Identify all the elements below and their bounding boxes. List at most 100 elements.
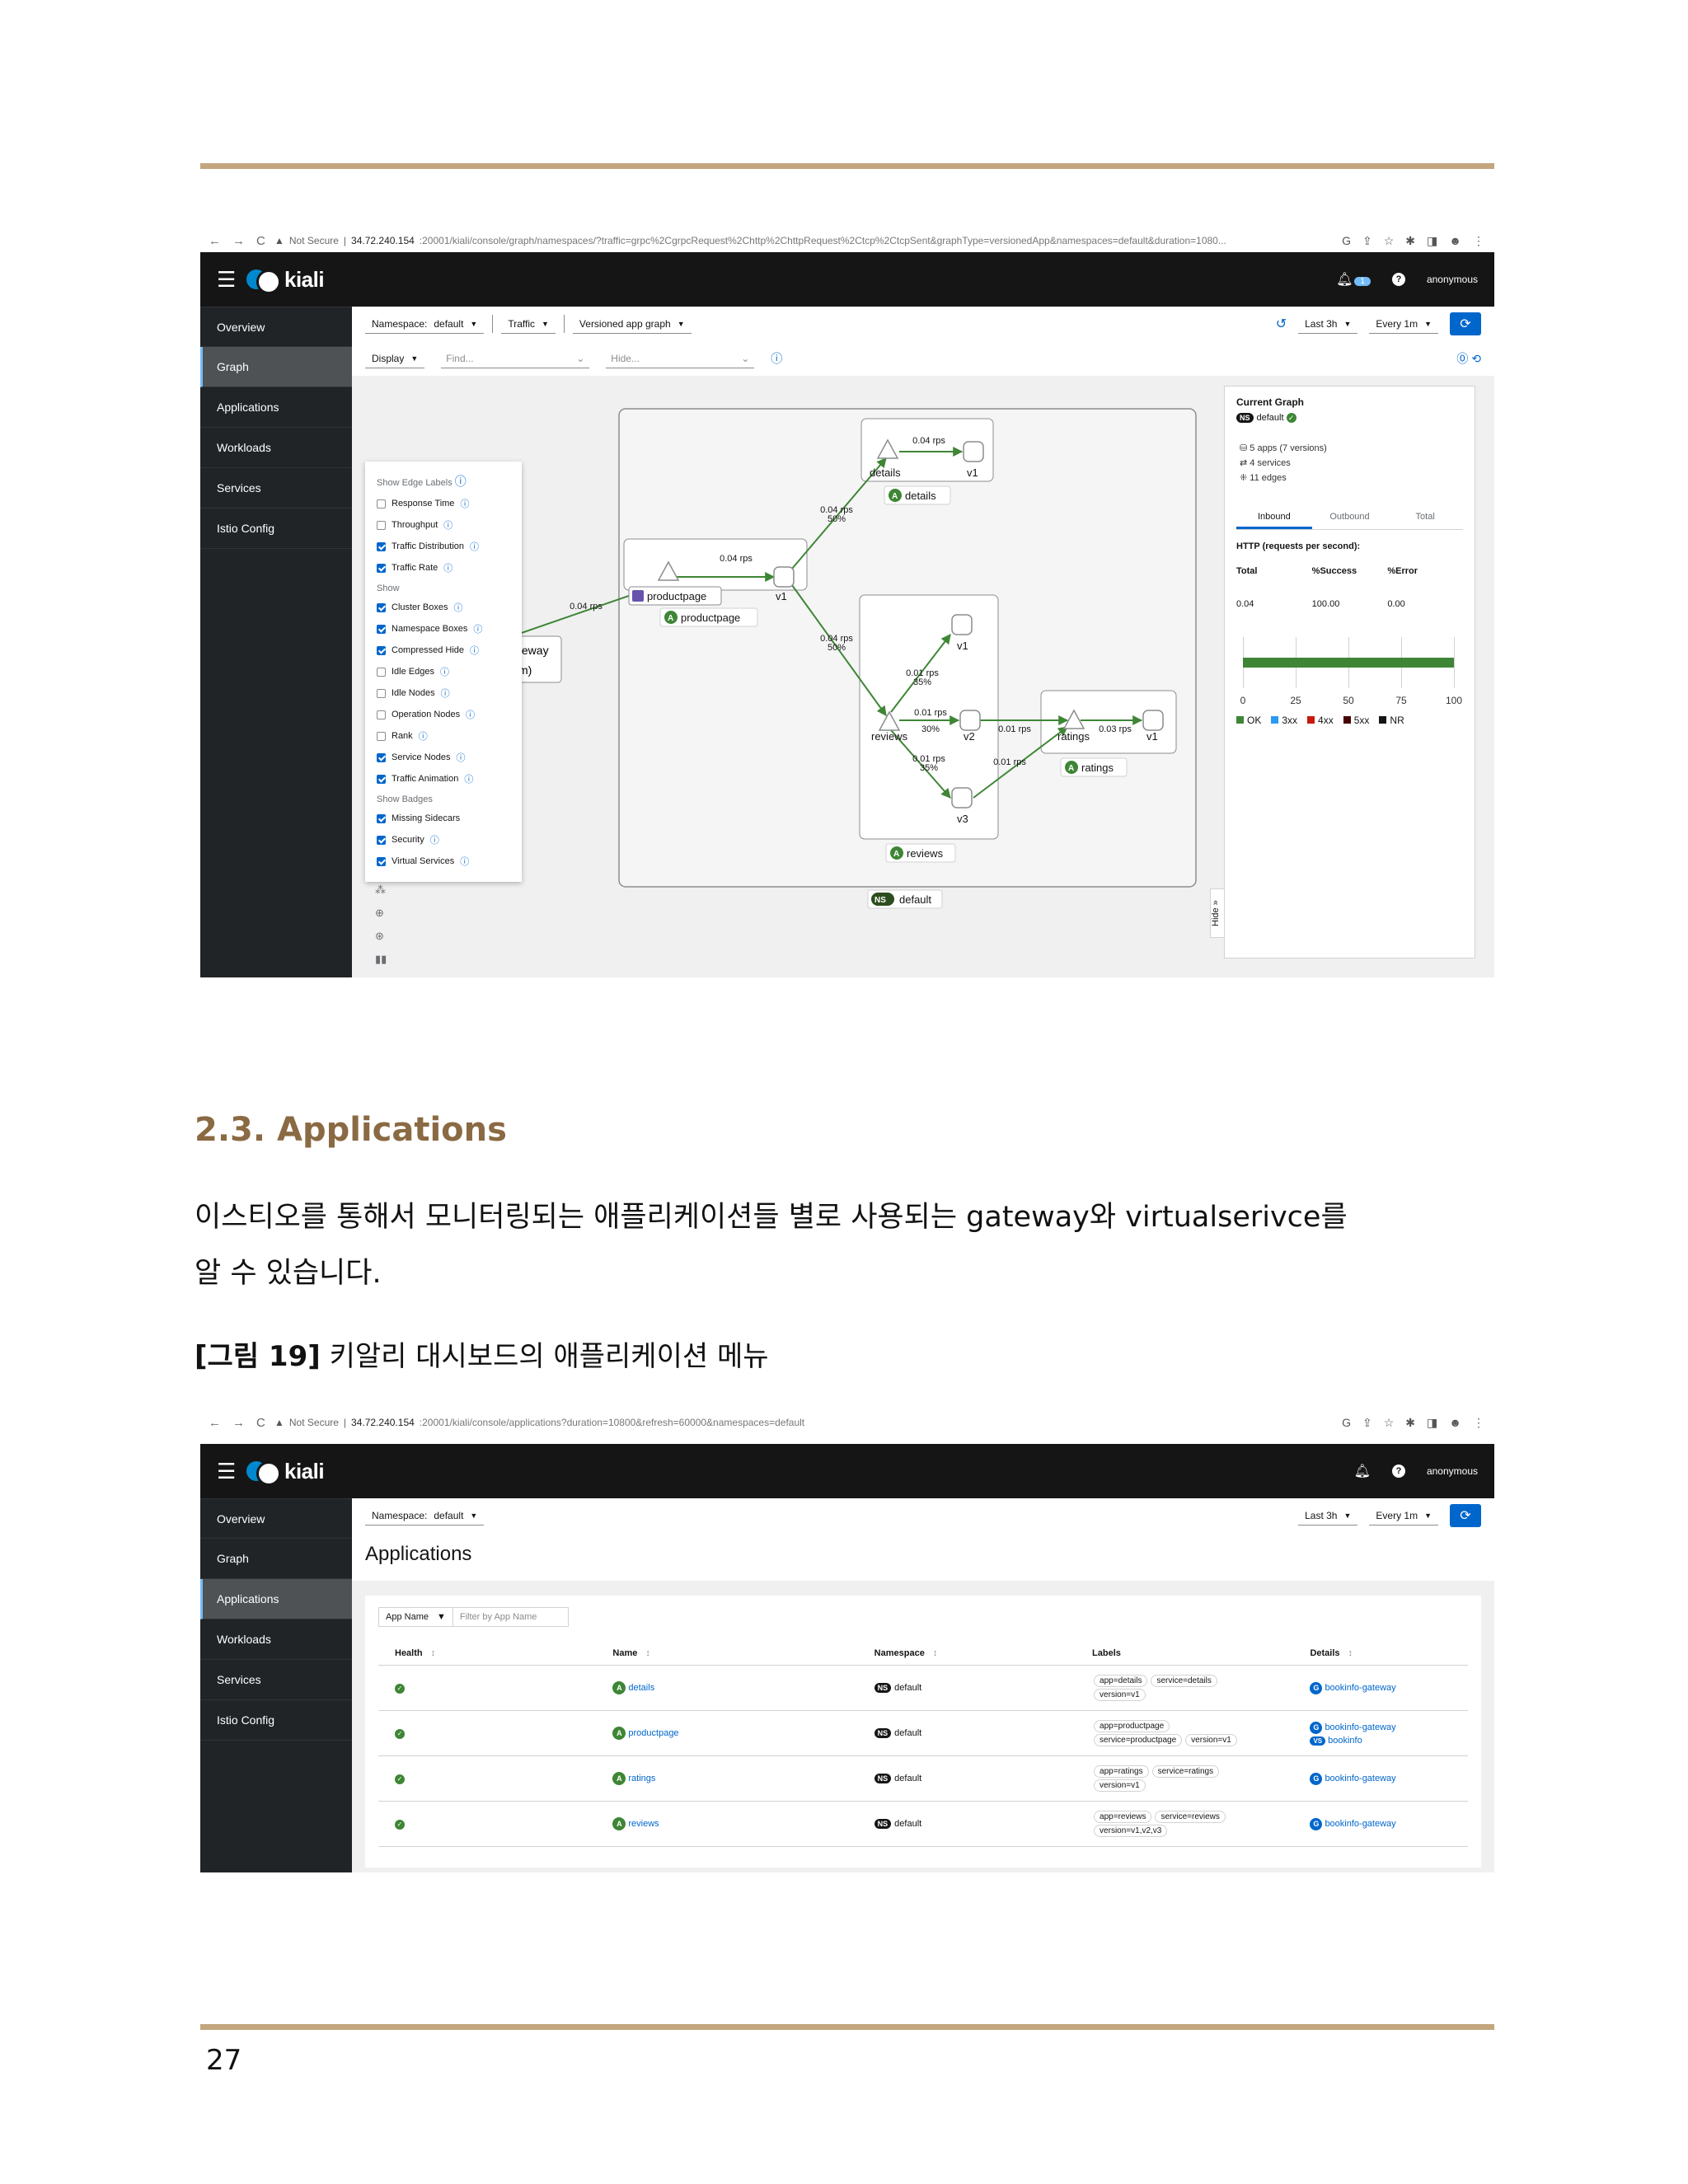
menu-dots-icon[interactable]: ⋮ bbox=[1473, 1416, 1484, 1430]
refresh-button[interactable]: ⟳ bbox=[1450, 312, 1481, 335]
zoom-icon[interactable]: ⊕ bbox=[375, 907, 390, 930]
reviews-v2-node bbox=[959, 710, 981, 731]
hide-input[interactable]: Hide... ⌄ bbox=[606, 349, 755, 368]
sidebar-item-istio-config[interactable]: Istio Config bbox=[200, 509, 352, 549]
option-cluster-boxes[interactable]: Cluster Boxes ⓘ bbox=[377, 597, 510, 618]
star-icon[interactable]: ☆ bbox=[1384, 234, 1395, 248]
reload-icon[interactable]: C bbox=[256, 234, 265, 248]
refresh-interval-dropdown[interactable]: Every 1m ▼ bbox=[1369, 315, 1438, 334]
tab-total[interactable]: Total bbox=[1387, 507, 1463, 529]
gateway-link[interactable]: Gbookinfo-gateway bbox=[1310, 1681, 1451, 1694]
google-icon[interactable]: G bbox=[1342, 1416, 1351, 1430]
sidebar-item-services[interactable]: Services bbox=[200, 468, 352, 509]
legend-icon[interactable]: ⓪ ⟲ bbox=[1456, 350, 1481, 367]
google-icon[interactable]: G bbox=[1342, 234, 1351, 248]
namespace-dropdown[interactable]: Namespace: default ▼ bbox=[365, 315, 485, 334]
refresh-button[interactable]: ⟳ bbox=[1450, 1504, 1481, 1527]
page-number: 27 bbox=[206, 2044, 242, 2077]
sidepanel-icon[interactable]: ◨ bbox=[1427, 234, 1437, 248]
profile-icon[interactable]: ☻ bbox=[1449, 1416, 1461, 1430]
fit-icon[interactable]: ⊛ bbox=[375, 930, 390, 953]
back-icon[interactable]: ← bbox=[209, 1416, 221, 1430]
gateway-link[interactable]: Gbookinfo-gateway bbox=[1310, 1772, 1451, 1785]
filter-type-select[interactable]: App Name ▼ bbox=[378, 1607, 453, 1627]
sidebar-item-services[interactable]: Services bbox=[200, 1660, 352, 1700]
gateway-link[interactable]: Gbookinfo-gateway bbox=[1310, 1721, 1451, 1734]
display-dropdown[interactable]: Display ▼ bbox=[365, 349, 425, 368]
help-icon[interactable]: ? bbox=[1391, 1465, 1405, 1478]
hamburger-icon[interactable]: ☰ bbox=[217, 267, 246, 293]
column-health[interactable]: Health ↕ bbox=[378, 1642, 597, 1666]
figure-caption: [그림 19] 키알리 대시보드의 애플리케이션 메뉴 bbox=[195, 1340, 769, 1373]
sidebar-item-istio-config[interactable]: Istio Config bbox=[200, 1700, 352, 1741]
option-traffic-animation[interactable]: Traffic Animation ⓘ bbox=[377, 768, 510, 790]
option-virtual-services[interactable]: Virtual Services ⓘ bbox=[377, 851, 510, 872]
sidebar-item-applications[interactable]: Applications bbox=[200, 387, 352, 428]
refresh-interval-dropdown[interactable]: Every 1m ▼ bbox=[1369, 1507, 1438, 1526]
column-namespace[interactable]: Namespace ↕ bbox=[857, 1642, 1076, 1666]
option-namespace-boxes[interactable]: Namespace Boxes ⓘ bbox=[377, 618, 510, 640]
sidebar-item-graph[interactable]: Graph bbox=[200, 347, 352, 387]
app-name-link[interactable]: Aratings bbox=[596, 1755, 858, 1802]
sidepanel-icon[interactable]: ◨ bbox=[1427, 1416, 1437, 1430]
namespace-dropdown[interactable]: Namespace: default ▼ bbox=[365, 1507, 485, 1526]
reload-icon[interactable]: C bbox=[256, 1416, 265, 1430]
replay-icon[interactable]: ↺ bbox=[1276, 316, 1287, 332]
url-field[interactable]: ▲ Not Secure | 34.72.240.154:20001/kiali… bbox=[274, 1417, 1342, 1428]
menu-dots-icon[interactable]: ⋮ bbox=[1473, 234, 1484, 248]
option-idle-nodes[interactable]: Idle Nodes ⓘ bbox=[377, 682, 510, 704]
sidebar-item-workloads[interactable]: Workloads bbox=[200, 428, 352, 468]
forward-icon[interactable]: → bbox=[232, 1416, 245, 1430]
option-operation-nodes[interactable]: Operation Nodes ⓘ bbox=[377, 704, 510, 725]
layout-icon[interactable]: ⁂ bbox=[375, 883, 390, 907]
bell-icon[interactable]: 🔔︎ bbox=[1354, 1463, 1371, 1479]
tab-outbound[interactable]: Outbound bbox=[1312, 507, 1388, 529]
gateway-link[interactable]: Gbookinfo-gateway bbox=[1310, 1817, 1451, 1830]
column-name[interactable]: Name ↕ bbox=[596, 1642, 858, 1666]
share-icon[interactable]: ⇪ bbox=[1362, 234, 1372, 248]
column-details[interactable]: Details ↕ bbox=[1293, 1642, 1468, 1666]
time-range-dropdown[interactable]: Last 3h ▼ bbox=[1298, 1507, 1358, 1526]
app-name-link[interactable]: Adetails bbox=[596, 1665, 858, 1711]
option-traffic-distribution[interactable]: Traffic Distribution ⓘ bbox=[377, 536, 510, 557]
sidebar-item-overview[interactable]: Overview bbox=[200, 307, 352, 347]
app-name-link[interactable]: Aproductpage bbox=[596, 1710, 858, 1756]
option-response-time[interactable]: Response Time ⓘ bbox=[377, 493, 510, 514]
back-icon[interactable]: ← bbox=[209, 234, 221, 248]
traffic-dropdown[interactable]: Traffic ▼ bbox=[501, 315, 556, 334]
option-traffic-rate[interactable]: Traffic Rate ⓘ bbox=[377, 557, 510, 579]
forward-icon[interactable]: → bbox=[232, 234, 245, 248]
option-missing-sidecars[interactable]: Missing Sidecars bbox=[377, 808, 510, 829]
profile-icon[interactable]: ☻ bbox=[1449, 234, 1461, 248]
url-field[interactable]: ▲ Not Secure | 34.72.240.154:20001/kiali… bbox=[274, 235, 1342, 246]
option-rank[interactable]: Rank ⓘ bbox=[377, 725, 510, 747]
graph-type-dropdown[interactable]: Versioned app graph ▼ bbox=[572, 315, 692, 334]
time-range-dropdown[interactable]: Last 3h ▼ bbox=[1298, 315, 1358, 334]
sidebar-item-graph[interactable]: Graph bbox=[200, 1539, 352, 1579]
virtualservice-link[interactable]: VS bookinfo bbox=[1310, 1736, 1451, 1746]
notification-bell[interactable]: 🔔︎ 1 bbox=[1336, 271, 1371, 288]
help-icon[interactable]: ? bbox=[1391, 273, 1405, 286]
option-throughput[interactable]: Throughput ⓘ bbox=[377, 514, 510, 536]
graph-canvas[interactable]: teway m) 0.04 rps 0.04 rps 0.04 rps 50% … bbox=[363, 386, 1226, 965]
option-service-nodes[interactable]: Service Nodes ⓘ bbox=[377, 747, 510, 768]
app-name-link[interactable]: Areviews bbox=[596, 1801, 858, 1847]
extensions-icon[interactable]: ✱ bbox=[1405, 234, 1415, 248]
sidebar-item-overview[interactable]: Overview bbox=[200, 1498, 352, 1539]
option-idle-edges[interactable]: Idle Edges ⓘ bbox=[377, 661, 510, 682]
find-input[interactable]: Find... ⌄ bbox=[441, 349, 590, 368]
sidebar-item-workloads[interactable]: Workloads bbox=[200, 1619, 352, 1660]
option-security[interactable]: Security ⓘ bbox=[377, 829, 510, 851]
user-menu[interactable]: anonymous bbox=[1427, 1465, 1478, 1477]
extensions-icon[interactable]: ✱ bbox=[1405, 1416, 1415, 1430]
legend-bars-icon[interactable]: ▮▮ bbox=[375, 953, 390, 976]
info-icon[interactable]: ⓘ bbox=[771, 350, 782, 367]
star-icon[interactable]: ☆ bbox=[1384, 1416, 1395, 1430]
user-menu[interactable]: anonymous bbox=[1427, 274, 1478, 285]
sidebar-item-applications[interactable]: Applications bbox=[200, 1579, 352, 1619]
share-icon[interactable]: ⇪ bbox=[1362, 1416, 1372, 1430]
option-compressed-hide[interactable]: Compressed Hide ⓘ bbox=[377, 640, 510, 661]
hamburger-icon[interactable]: ☰ bbox=[217, 1459, 246, 1484]
tab-inbound[interactable]: Inbound bbox=[1236, 507, 1312, 529]
filter-input[interactable]: Filter by App Name bbox=[452, 1607, 569, 1627]
